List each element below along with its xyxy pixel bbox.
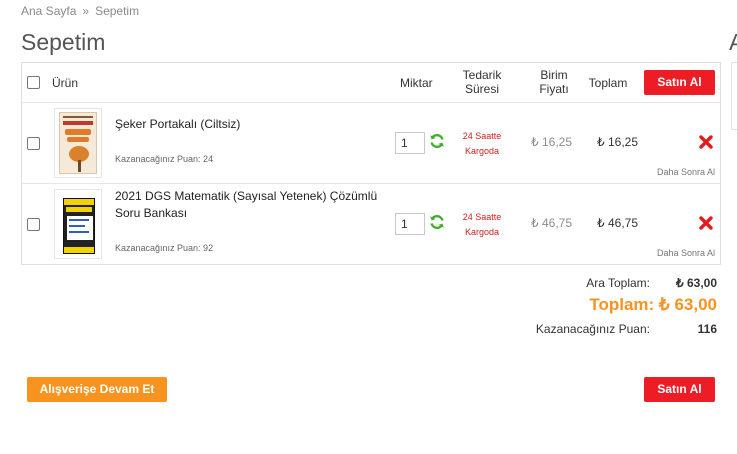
header-supply-time: Tedarik Süresi — [456, 68, 508, 96]
refresh-icon[interactable] — [428, 132, 446, 155]
points-total-value: 116 — [697, 322, 717, 336]
continue-shopping-button[interactable]: Alışverişe Devam Et — [27, 377, 167, 402]
book-cover-dgs-matematik — [63, 198, 95, 254]
cart-item-row: Şeker Portakalı (Ciltsiz) Kazanacağınız … — [22, 103, 720, 184]
delivery-line2: Kargoda — [464, 227, 500, 237]
item-checkbox[interactable] — [27, 137, 40, 150]
breadcrumb-home-link[interactable]: Ana Sayfa — [21, 4, 76, 18]
quantity-input[interactable]: 1 — [395, 132, 425, 154]
header-supply-line1: Tedarik — [462, 68, 502, 82]
refresh-icon[interactable] — [428, 213, 446, 236]
product-image[interactable] — [54, 108, 102, 178]
book-cover-seker-portakali — [59, 112, 97, 174]
item-points: Kazanacağınız Puan: 24 — [115, 154, 214, 164]
points-total-label: Kazanacağınız Puan: — [535, 322, 650, 336]
grand-total: Toplam: ₺ 63,00 — [589, 295, 717, 314]
item-checkbox[interactable] — [27, 218, 40, 231]
line-total: ₺ 16,25 — [597, 135, 638, 149]
product-name-link[interactable]: 2021 DGS Matematik (Sayısal Yetenek) Çöz… — [115, 188, 395, 222]
quantity-input[interactable]: 1 — [395, 213, 425, 235]
side-panel-title-fragment: A — [729, 29, 737, 55]
remove-icon[interactable] — [699, 216, 713, 235]
cart-table: Ürün Miktar Tedarik Süresi Birim Fiyatı … — [21, 62, 721, 265]
cart-header-row: Ürün Miktar Tedarik Süresi Birim Fiyatı … — [22, 63, 720, 103]
side-panel-edge — [731, 62, 737, 130]
subtotal-label: Ara Toplam: — [586, 276, 650, 290]
breadcrumb-current: Sepetim — [95, 4, 140, 18]
remove-icon[interactable] — [699, 135, 713, 154]
buy-button-bottom[interactable]: Satın Al — [644, 377, 715, 402]
header-unit-line2: Fiyatı — [539, 82, 569, 96]
header-quantity: Miktar — [400, 76, 433, 90]
save-for-later-link[interactable]: Daha Sonra Al — [632, 248, 715, 258]
delivery-line1: 24 Saatte — [462, 212, 502, 222]
delivery-line1: 24 Saatte — [462, 131, 502, 141]
header-unit-price: Birim Fiyatı — [530, 68, 578, 96]
cart-item-row: 2021 DGS Matematik (Sayısal Yetenek) Çöz… — [22, 184, 720, 265]
breadcrumb-separator: » — [82, 4, 90, 18]
breadcrumb: Ana Sayfa » Sepetim — [21, 4, 139, 18]
save-for-later-link[interactable]: Daha Sonra Al — [632, 167, 715, 177]
unit-price: ₺ 16,25 — [531, 135, 572, 149]
delivery-line2: Kargoda — [464, 146, 500, 156]
buy-button-top[interactable]: Satın Al — [644, 70, 715, 95]
line-total: ₺ 46,75 — [597, 216, 638, 230]
product-name-link[interactable]: Şeker Portakalı (Ciltsiz) — [115, 116, 395, 133]
unit-price: ₺ 46,75 — [531, 216, 572, 230]
item-points: Kazanacağınız Puan: 92 — [115, 243, 214, 253]
select-all-checkbox[interactable] — [27, 76, 40, 89]
page-title: Sepetim — [21, 29, 106, 55]
header-unit-line1: Birim — [540, 68, 568, 82]
header-product: Ürün — [52, 76, 79, 90]
delivery-time: 24 Saatte Kargoda — [455, 210, 509, 240]
header-supply-line2: Süresi — [464, 82, 499, 96]
product-image[interactable] — [54, 189, 102, 259]
delivery-time: 24 Saatte Kargoda — [455, 129, 509, 159]
subtotal-value: ₺ 63,00 — [676, 276, 717, 290]
header-total: Toplam — [588, 76, 628, 90]
